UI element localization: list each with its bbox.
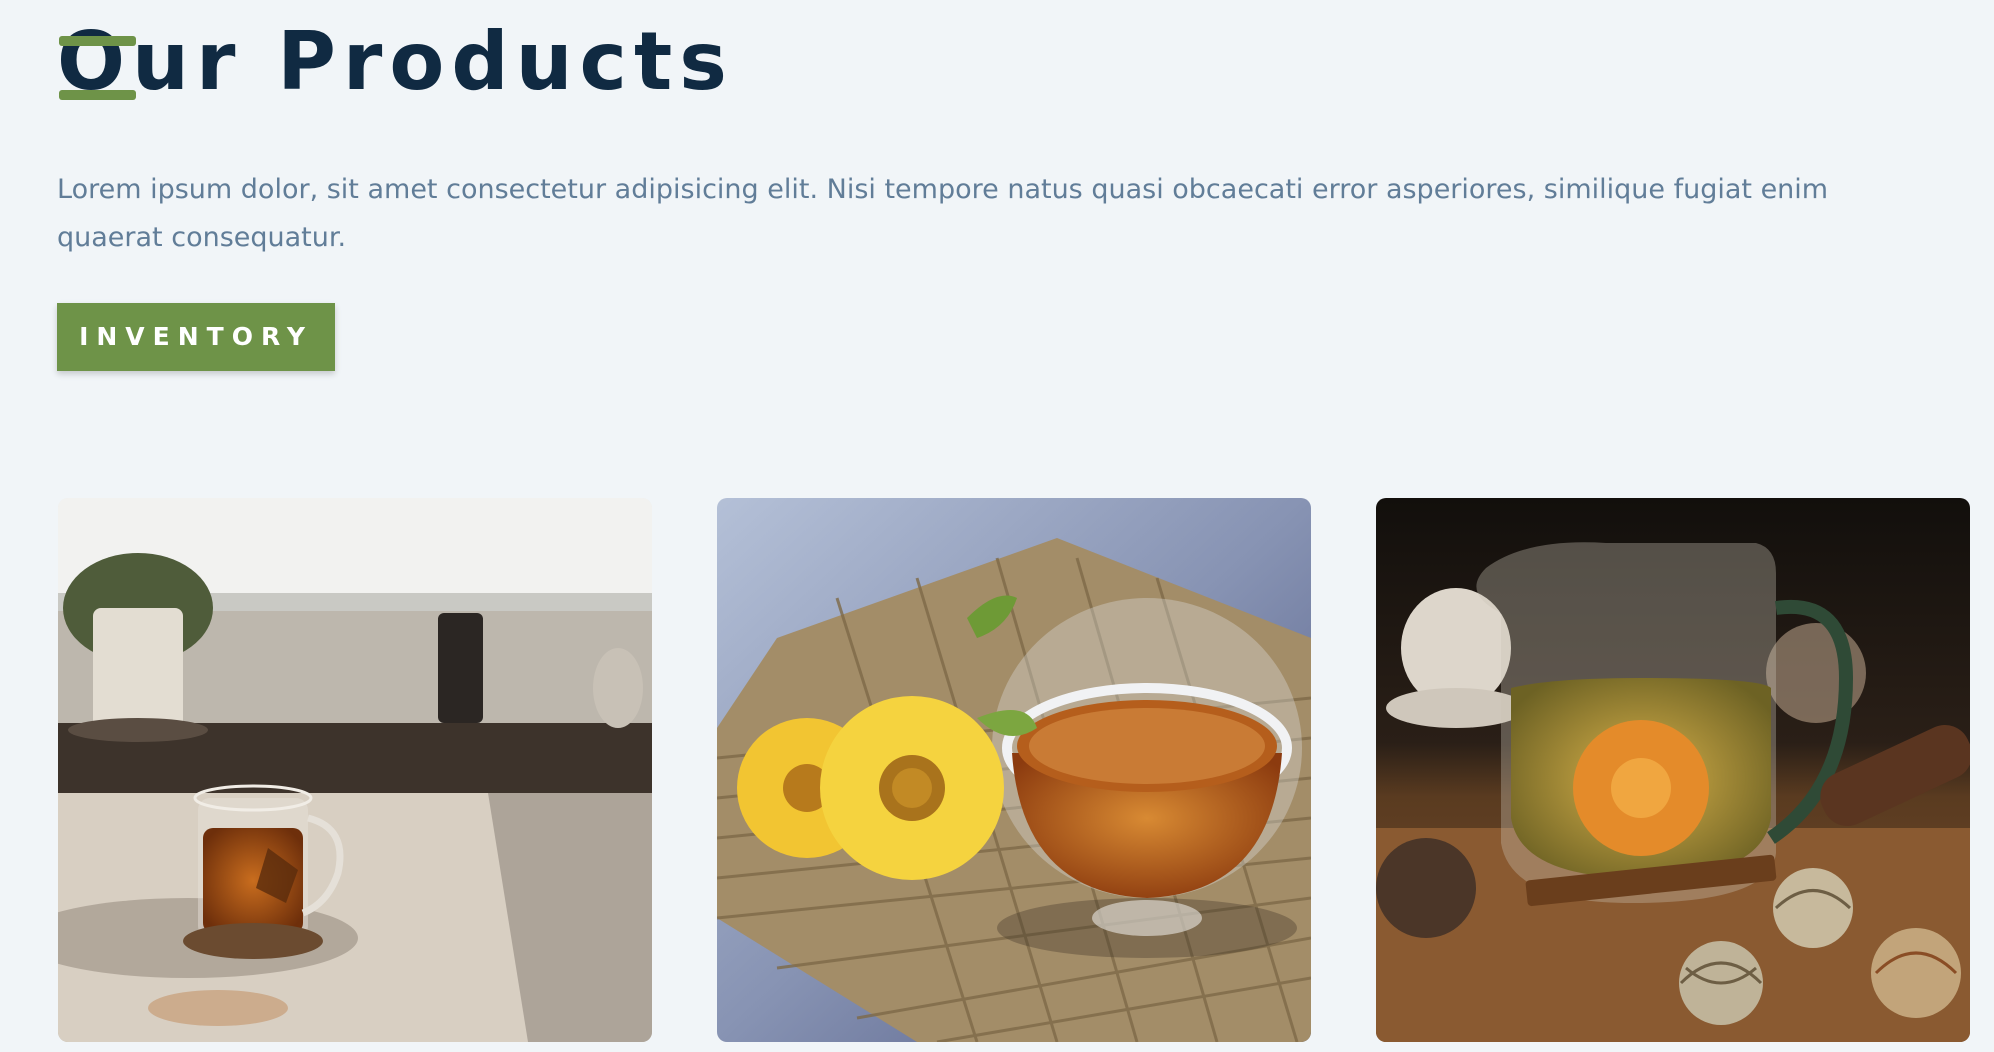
title-block: Our Products (57, 12, 734, 112)
tea-bowl-with-yellow-flowers-photo (717, 498, 1311, 1042)
title-accent-bar-bottom (59, 90, 136, 100)
glass-teapot-with-blooming-tea-photo (1376, 498, 1970, 1042)
product-gallery (58, 498, 1970, 1042)
product-card-1[interactable] (58, 498, 652, 1042)
title-accent-bar-top (59, 36, 136, 46)
products-section: Our Products Lorem ipsum dolor, sit amet… (0, 0, 1994, 1052)
intro-text: Lorem ipsum dolor, sit amet consectetur … (57, 174, 1829, 253)
product-card-3[interactable] (1376, 498, 1970, 1042)
product-card-2[interactable] (717, 498, 1311, 1042)
page-title: Our Products (57, 15, 734, 108)
inventory-button[interactable]: INVENTORY (57, 303, 335, 371)
tea-cup-on-wooden-table-photo (58, 498, 652, 1042)
